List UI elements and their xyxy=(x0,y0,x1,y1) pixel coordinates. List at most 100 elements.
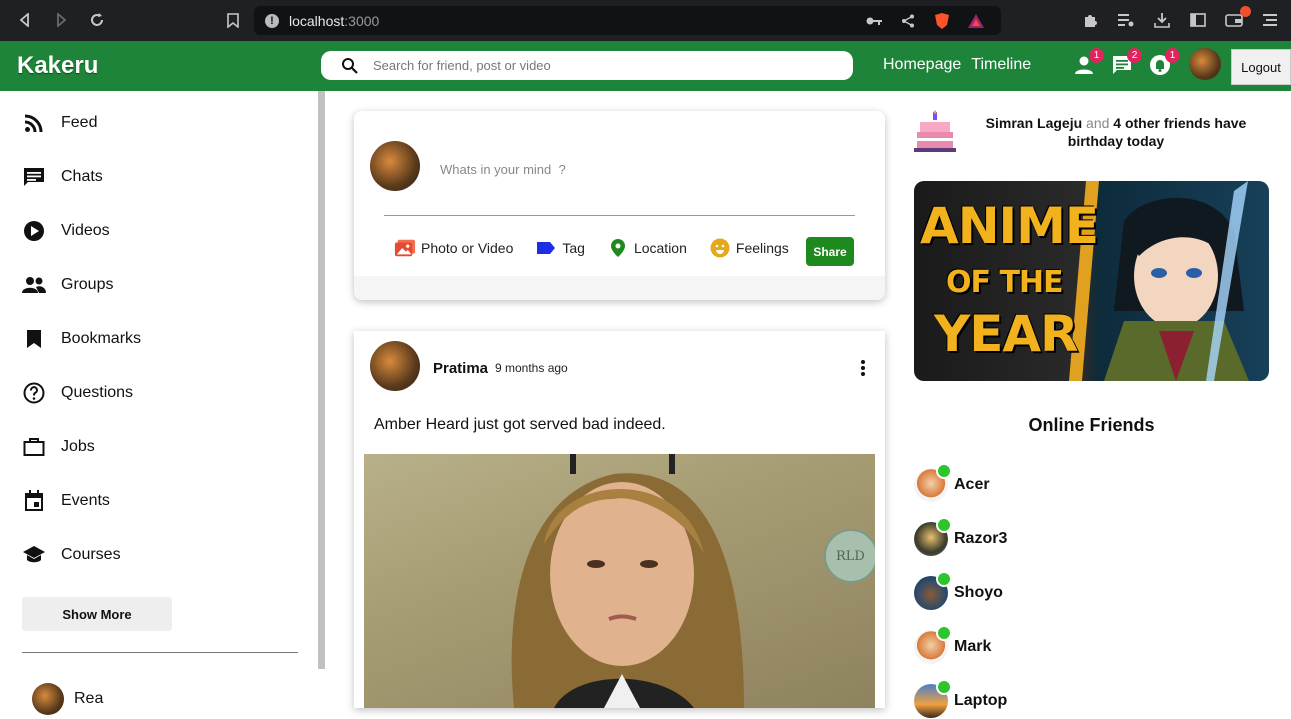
location-pin-icon xyxy=(607,237,629,259)
sidebar-item-events[interactable]: Events xyxy=(22,486,110,516)
label-icon xyxy=(535,237,557,259)
online-friends-title: Online Friends xyxy=(1028,415,1155,435)
sidebar-friend[interactable]: Rea xyxy=(32,683,103,715)
online-status-dot xyxy=(936,517,952,533)
show-more-button[interactable]: Show More xyxy=(22,597,172,631)
avatar xyxy=(370,141,420,191)
tag-option[interactable]: Tag xyxy=(535,237,585,259)
site-info-icon[interactable]: ! xyxy=(265,13,279,28)
brave-rewards-icon[interactable] xyxy=(965,10,987,32)
birthday-text: Simran Lageju and 4 other friends have bi… xyxy=(985,115,1247,149)
messages-badge: 2 xyxy=(1127,48,1142,63)
share-footer xyxy=(354,276,885,300)
group-icon xyxy=(22,273,46,297)
sidebar-scrollbar[interactable] xyxy=(318,91,325,669)
reload-icon[interactable] xyxy=(86,9,108,31)
help-circle-icon xyxy=(22,381,46,405)
app-logo[interactable]: Kakeru xyxy=(17,52,98,80)
search-bar[interactable] xyxy=(321,51,853,80)
online-status-dot xyxy=(936,463,952,479)
photo-video-option[interactable]: Photo or Video xyxy=(394,237,513,259)
friend-avatar xyxy=(914,679,952,718)
friend-avatar xyxy=(32,683,64,715)
post-image[interactable]: RLD xyxy=(364,454,875,708)
share-button[interactable]: Share xyxy=(806,237,854,266)
browser-chrome: ! localhost:3000 xyxy=(0,0,1291,41)
online-friend[interactable]: Mark xyxy=(914,625,992,665)
url-text: localhost:3000 xyxy=(289,12,380,29)
online-status-dot xyxy=(936,679,952,695)
left-sidebar: Feed Chats Videos Groups Bookmarks Quest… xyxy=(0,91,318,715)
wallet-icon[interactable] xyxy=(1223,6,1251,31)
friend-name: Mark xyxy=(954,638,992,655)
search-icon xyxy=(342,57,358,74)
address-bar[interactable]: ! localhost:3000 xyxy=(254,6,1001,35)
sidebar-item-bookmarks[interactable]: Bookmarks xyxy=(22,324,141,354)
sidebar-item-groups[interactable]: Groups xyxy=(22,270,113,300)
status-input[interactable] xyxy=(438,161,822,178)
homepage-link[interactable]: Homepage xyxy=(883,56,961,74)
messages-button[interactable]: 2 xyxy=(1110,48,1142,80)
forward-icon[interactable] xyxy=(50,9,72,31)
brave-shield-icon[interactable] xyxy=(931,10,953,32)
sidebar-item-chats[interactable]: Chats xyxy=(22,162,103,192)
share-divider xyxy=(384,215,855,216)
online-friend[interactable]: Acer xyxy=(914,463,990,503)
online-friend[interactable]: Laptop xyxy=(914,679,1008,719)
feelings-option[interactable]: Feelings xyxy=(709,237,789,259)
user-avatar[interactable] xyxy=(1189,48,1221,80)
ad-title-line1: ANIME xyxy=(920,197,1099,255)
ad-title-line2: OF THE xyxy=(946,265,1064,300)
bookmark-page-icon[interactable] xyxy=(222,9,244,31)
share-page-icon[interactable] xyxy=(897,10,919,32)
friend-name: Acer xyxy=(954,476,990,493)
notifications-button[interactable]: 1 xyxy=(1148,48,1180,80)
friend-avatar xyxy=(914,463,952,502)
post-author-avatar[interactable] xyxy=(370,341,420,391)
more-options-icon[interactable] xyxy=(851,356,875,380)
sidebar-item-feed[interactable]: Feed xyxy=(22,108,97,138)
friend-name: Razor3 xyxy=(954,530,1008,547)
birthday-cake-icon xyxy=(914,110,956,152)
post-time: 9 months ago xyxy=(495,361,568,375)
timeline-link[interactable]: Timeline xyxy=(971,56,1031,74)
school-icon xyxy=(22,543,46,567)
play-circle-icon xyxy=(22,219,46,243)
calendar-icon xyxy=(22,489,46,513)
search-input[interactable] xyxy=(371,57,815,74)
playlist-icon[interactable] xyxy=(1115,9,1137,31)
chat-icon xyxy=(22,165,46,189)
extensions-icon[interactable] xyxy=(1079,9,1101,31)
sidebar-item-jobs[interactable]: Jobs xyxy=(22,432,95,462)
online-status-dot xyxy=(936,625,952,641)
advertisement-banner[interactable]: ANIME OF THE YEAR xyxy=(914,181,1269,381)
sidebar-toggle-icon[interactable] xyxy=(1187,9,1209,31)
post-photo-illustration xyxy=(511,454,875,708)
sidebar-item-videos[interactable]: Videos xyxy=(22,216,110,246)
post-author-name[interactable]: Pratima xyxy=(433,360,488,377)
image-watermark: RLD xyxy=(836,549,865,564)
back-icon[interactable] xyxy=(14,9,36,31)
friend-avatar xyxy=(914,625,952,664)
key-icon[interactable] xyxy=(863,10,885,32)
download-icon[interactable] xyxy=(1151,9,1173,31)
briefcase-icon xyxy=(22,435,46,459)
sidebar-item-courses[interactable]: Courses xyxy=(22,540,121,570)
emoji-icon xyxy=(709,237,731,259)
post-card: Pratima 9 months ago Amber Heard just go… xyxy=(354,331,885,708)
post-text: Amber Heard just got served bad indeed. xyxy=(374,416,666,433)
friend-requests-button[interactable]: 1 xyxy=(1072,48,1104,80)
rss-icon xyxy=(22,111,46,135)
app-topbar: Kakeru Homepage Timeline 1 2 1 Logout xyxy=(0,41,1291,91)
online-status-dot xyxy=(936,571,952,587)
online-friend[interactable]: Razor3 xyxy=(914,517,1008,557)
location-option[interactable]: Location xyxy=(607,237,687,259)
menu-icon[interactable] xyxy=(1259,9,1281,31)
photo-icon xyxy=(394,237,416,259)
sidebar-item-questions[interactable]: Questions xyxy=(22,378,133,408)
online-friend[interactable]: Shoyo xyxy=(914,571,1003,611)
friend-name: Shoyo xyxy=(954,584,1003,601)
friend-name: Laptop xyxy=(954,692,1008,709)
friend-avatar xyxy=(914,517,952,556)
logout-button[interactable]: Logout xyxy=(1231,49,1291,85)
